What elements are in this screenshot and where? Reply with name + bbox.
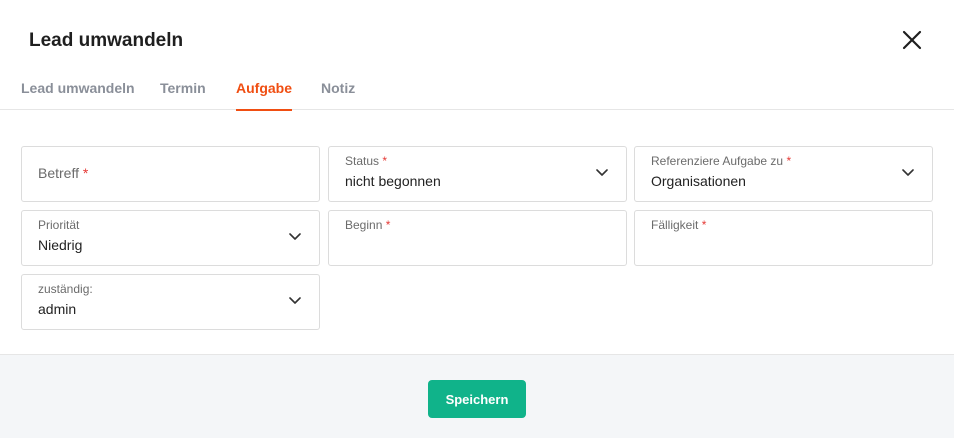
referenz-select[interactable]: Referenziere Aufgabe zu * Organisationen — [634, 146, 933, 202]
zustaendig-label: zuständig: — [38, 282, 93, 296]
chevron-down-icon — [289, 297, 301, 304]
beginn-label: Beginn * — [345, 218, 391, 232]
faelligkeit-label: Fälligkeit * — [651, 218, 707, 232]
convert-lead-dialog: Lead umwandeln Lead umwandeln Termin Auf… — [0, 0, 954, 438]
chevron-down-icon — [596, 169, 608, 176]
status-value: nicht begonnen — [345, 173, 441, 189]
status-select[interactable]: Status * nicht begonnen — [328, 146, 627, 202]
betreff-field[interactable]: Betreff * — [21, 146, 320, 202]
chevron-down-icon — [289, 233, 301, 240]
save-button[interactable]: Speichern — [428, 380, 526, 418]
betreff-label: Betreff * — [38, 165, 89, 181]
dialog-footer: Speichern — [0, 354, 954, 438]
tab-termin[interactable]: Termin — [160, 80, 206, 110]
tab-notiz[interactable]: Notiz — [321, 80, 355, 110]
zustaendig-value: admin — [38, 301, 77, 317]
referenz-value: Organisationen — [651, 173, 746, 189]
tab-bar: Lead umwandeln Termin Aufgabe Notiz — [0, 72, 954, 111]
beginn-field[interactable]: Beginn * — [328, 210, 627, 266]
zustaendig-select[interactable]: zuständig: admin — [21, 274, 320, 330]
tab-aufgabe[interactable]: Aufgabe — [236, 80, 292, 111]
referenz-label: Referenziere Aufgabe zu * — [651, 154, 792, 168]
prioritaet-value: Niedrig — [38, 237, 83, 253]
status-label: Status * — [345, 154, 388, 168]
faelligkeit-field[interactable]: Fälligkeit * — [634, 210, 933, 266]
chevron-down-icon — [902, 169, 914, 176]
prioritaet-label: Priorität — [38, 218, 80, 232]
close-icon — [902, 30, 922, 50]
dialog-header: Lead umwandeln — [0, 0, 954, 82]
close-button[interactable] — [898, 26, 926, 54]
dialog-title: Lead umwandeln — [29, 30, 184, 51]
prioritaet-select[interactable]: Priorität Niedrig — [21, 210, 320, 266]
tab-lead-umwandeln[interactable]: Lead umwandeln — [21, 80, 135, 110]
